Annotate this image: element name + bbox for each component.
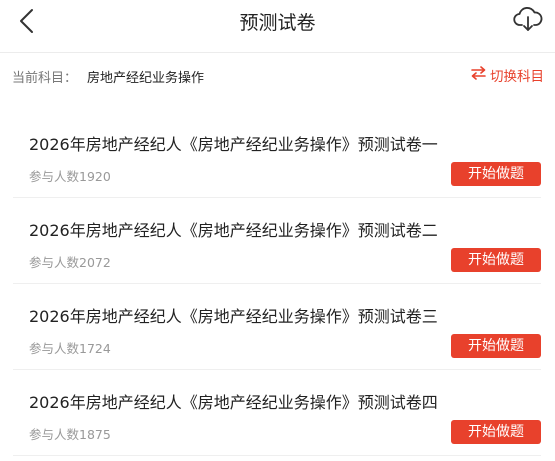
subject-bar: 当前科目： 房地产经纪业务操作 切换科目 xyxy=(0,53,555,99)
start-practice-button[interactable]: 开始做题 xyxy=(451,248,541,272)
start-practice-button[interactable]: 开始做题 xyxy=(451,334,541,358)
paper-title[interactable]: 2026年房地产经纪人《房地产经纪业务操作》预测试卷四 xyxy=(29,389,438,413)
cloud-download-icon xyxy=(513,5,543,37)
switch-subject-label: 切换科目 xyxy=(490,69,544,85)
start-practice-button[interactable]: 开始做题 xyxy=(451,162,541,186)
participant-count: 参与人数1920 xyxy=(29,169,111,184)
list-item[interactable]: 2026年房地产经纪人《房地产经纪业务操作》预测试卷四 参与人数1875 开始做… xyxy=(13,370,541,456)
participant-count: 参与人数2072 xyxy=(29,255,111,270)
subject-label: 当前科目： xyxy=(12,71,78,86)
paper-list: 2026年房地产经纪人《房地产经纪业务操作》预测试卷一 参与人数1920 开始做… xyxy=(0,112,555,456)
section-divider xyxy=(0,99,555,109)
page-title: 预测试卷 xyxy=(239,12,316,34)
participant-count: 参与人数1724 xyxy=(29,341,111,356)
app-header: 预测试卷 xyxy=(0,0,555,53)
swap-arrows-icon xyxy=(471,66,490,84)
chevron-left-icon xyxy=(18,8,36,38)
page: 预测试卷 当前科目： 房地产经纪业务操作 切换科目 2026年房地产经纪人《房地… xyxy=(0,0,555,461)
list-item[interactable]: 2026年房地产经纪人《房地产经纪业务操作》预测试卷一 参与人数1920 开始做… xyxy=(13,112,541,198)
switch-subject-button[interactable]: 切换科目 xyxy=(471,64,544,86)
back-button[interactable] xyxy=(12,8,42,38)
paper-title[interactable]: 2026年房地产经纪人《房地产经纪业务操作》预测试卷三 xyxy=(29,303,438,327)
list-item[interactable]: 2026年房地产经纪人《房地产经纪业务操作》预测试卷二 参与人数2072 开始做… xyxy=(13,198,541,284)
paper-title[interactable]: 2026年房地产经纪人《房地产经纪业务操作》预测试卷一 xyxy=(29,131,438,155)
start-practice-button[interactable]: 开始做题 xyxy=(451,420,541,444)
download-button[interactable] xyxy=(511,4,545,38)
paper-title[interactable]: 2026年房地产经纪人《房地产经纪业务操作》预测试卷二 xyxy=(29,217,438,241)
list-item[interactable]: 2026年房地产经纪人《房地产经纪业务操作》预测试卷三 参与人数1724 开始做… xyxy=(13,284,541,370)
participant-count: 参与人数1875 xyxy=(29,427,111,442)
subject-value: 房地产经纪业务操作 xyxy=(87,71,205,86)
